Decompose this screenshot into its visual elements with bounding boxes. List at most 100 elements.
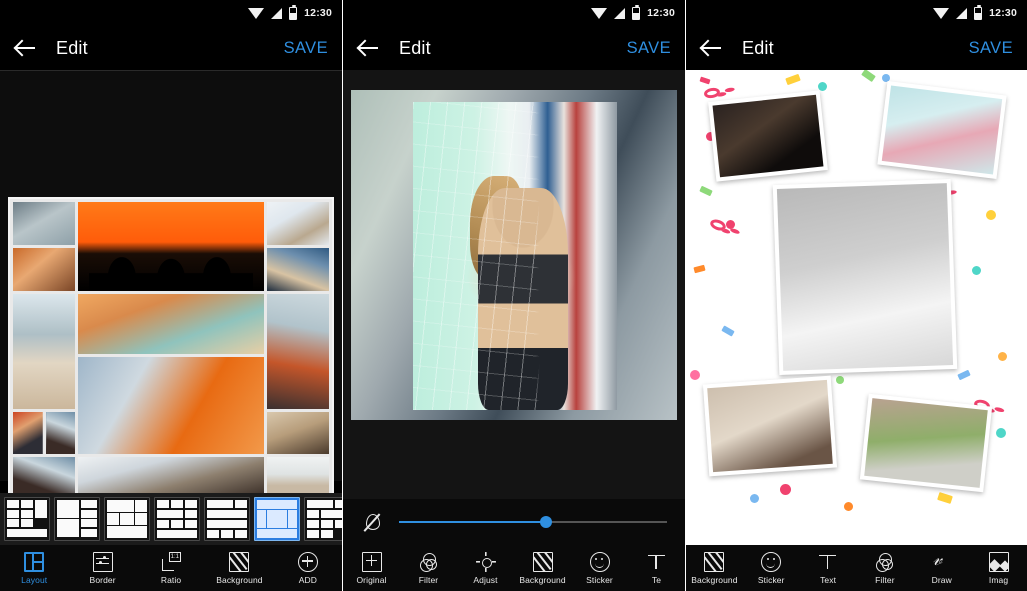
tab-background[interactable]: Background [686,551,743,585]
bottom-toolbar[interactable]: Layout Border Ratio Background ADD [0,545,342,591]
tab-adjust[interactable]: Adjust [457,551,514,585]
blur-slider[interactable] [399,513,667,531]
layout-thumbnail[interactable] [304,497,342,541]
tab-background[interactable]: Background [514,551,571,585]
tab-filter[interactable]: Filter [856,552,913,585]
bottom-toolbar[interactable]: Original Filter Adjust Background Sticke… [343,545,685,591]
tab-text[interactable]: Text [800,552,857,585]
layout-thumbnail[interactable] [54,497,100,541]
status-bar-time: 12:30 [989,7,1017,19]
blur-slider-row[interactable] [343,499,685,545]
tab-image[interactable]: Imag [970,551,1027,585]
tab-label: Filter [418,574,439,585]
background-icon [704,551,725,572]
panel-photo-adjust: 12:30 Edit SAVE Original Filter Adjust B… [343,0,685,591]
collage-cell[interactable] [267,294,329,409]
confetti-sticker [780,484,791,495]
back-arrow-icon[interactable] [357,36,381,60]
tab-text[interactable]: Te [628,552,685,585]
layout-icon [24,551,45,572]
tab-label: Text [820,574,837,585]
scrapbook-photo[interactable] [877,81,1007,179]
tab-label: Background [691,574,738,585]
scrapbook-photo[interactable] [708,90,828,182]
tab-label: Background [519,574,566,585]
collage-cell[interactable] [13,457,75,495]
tab-draw[interactable]: Draw [913,548,970,585]
confetti-sticker [750,494,759,503]
collage-cell[interactable] [13,294,75,409]
sticker-icon [589,551,610,572]
layout-thumbnail-strip[interactable] [0,493,342,545]
tab-label: Layout [21,574,48,585]
scrapbook-photo[interactable] [772,178,958,376]
photo-canvas[interactable] [343,70,685,499]
save-button[interactable]: SAVE [969,39,1013,58]
confetti-sticker [699,76,711,85]
tab-border[interactable]: Border [68,551,136,585]
collage-canvas[interactable] [0,71,342,521]
main-photo[interactable] [413,102,617,410]
tab-add[interactable]: ADD [274,551,342,585]
battery-icon [974,4,983,20]
collage-cell[interactable] [13,248,75,291]
confetti-sticker [726,220,735,229]
wifi-icon [248,7,265,19]
collage-subcell[interactable] [13,412,43,454]
tab-ratio[interactable]: Ratio [137,551,205,585]
collage-cell[interactable] [267,457,329,495]
image-icon [988,551,1009,572]
confetti-sticker [861,70,876,83]
tab-original[interactable]: Original [343,551,400,585]
scrapbook-photo[interactable] [702,375,838,477]
tab-sticker[interactable]: Sticker [743,551,800,585]
collage-cell[interactable] [267,412,329,454]
tab-label: Ratio [160,574,182,585]
tab-layout[interactable]: Layout [0,551,68,585]
collage-subcell[interactable] [45,412,75,454]
tab-label: Original [356,574,387,585]
status-bar: 12:30 [0,0,342,26]
signal-icon [614,7,626,19]
collage-grid[interactable] [8,197,334,521]
back-arrow-icon[interactable] [14,36,38,60]
tab-label: ADD [298,574,317,585]
collage-cell[interactable] [13,412,75,454]
layout-thumbnail[interactable] [104,497,150,541]
collage-cell[interactable] [78,294,264,354]
collage-cell[interactable] [13,202,75,245]
photo-subject [478,188,569,410]
save-button[interactable]: SAVE [284,39,328,58]
layout-thumbnail[interactable] [204,497,250,541]
collage-cell[interactable] [78,457,264,495]
collage-cell[interactable] [267,202,329,245]
collage-cell[interactable] [78,357,264,454]
confetti-sticker [844,502,853,511]
collage-cell[interactable] [267,248,329,291]
app-bar: Edit SAVE [343,26,685,70]
tab-filter[interactable]: Filter [400,552,457,585]
panel-collage-layout: 12:30 Edit SAVE Layout Border 1:1 Ratio … [0,0,342,591]
confetti-sticker [998,352,1007,361]
signal-icon [956,7,968,19]
tab-sticker[interactable]: Sticker [571,551,628,585]
bottom-toolbar[interactable]: Background Sticker Text Filter Draw Imag [686,545,1027,591]
ratio-icon [161,551,182,572]
layout-thumbnail-selected[interactable] [254,497,300,541]
save-button[interactable]: SAVE [627,39,671,58]
layout-thumbnail[interactable] [4,497,50,541]
scrapbook-photo[interactable] [859,393,993,493]
back-arrow-icon[interactable] [700,36,724,60]
layout-thumbnail[interactable] [154,497,200,541]
blur-off-icon[interactable] [361,511,383,533]
slider-thumb[interactable] [540,516,553,528]
collage-cell[interactable] [78,202,264,291]
confetti-sticker [836,376,844,384]
app-bar: Edit SAVE [686,26,1027,70]
signal-icon [271,7,283,19]
battery-icon [632,4,641,20]
tab-label: Sticker [586,574,613,585]
tab-background[interactable]: Background [205,551,273,585]
scrapbook-canvas[interactable] [686,70,1027,545]
filter-icon [419,552,439,572]
